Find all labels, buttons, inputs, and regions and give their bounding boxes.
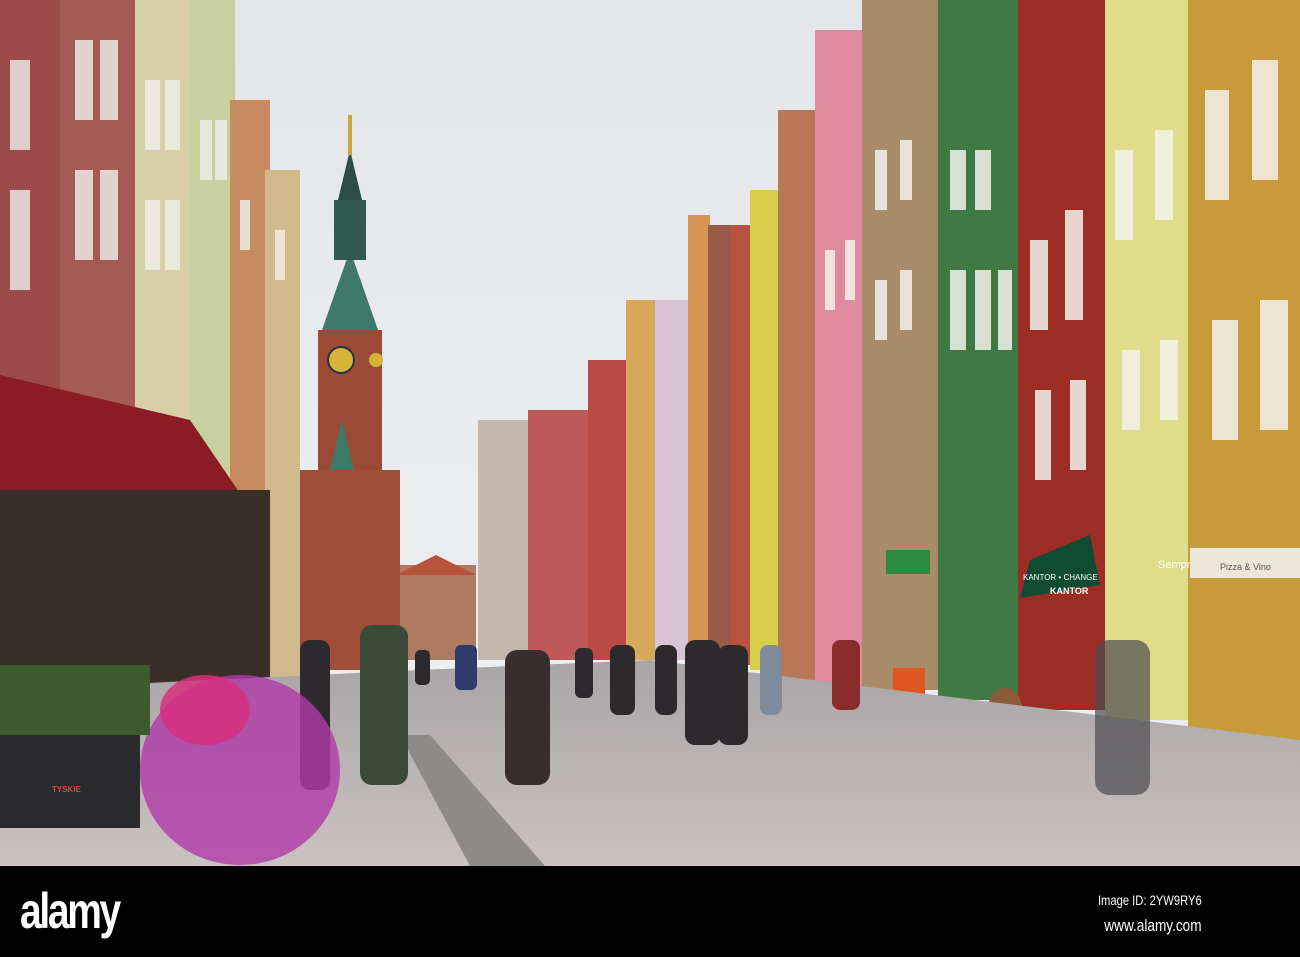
stock-photo: KANTOR • CHANGE KANTOR Sempre Pizza & Vi… [0,0,1300,957]
alamy-logo: alamy [20,883,121,939]
kantor-sign: KANTOR [1050,586,1089,596]
street-photo: KANTOR • CHANGE KANTOR Sempre Pizza & Vi… [0,0,1300,866]
watermark-bar: alamy Image ID: 2YW9RY6 www.alamy.com [0,866,1300,957]
tyskie-planter [0,730,140,828]
clock-icon [327,346,355,374]
tyskie-logo: TYSKIE [52,785,82,794]
alamy-url: www.alamy.com [1104,916,1202,935]
kantor-change-text: KANTOR • CHANGE [1023,573,1098,582]
left-facades [0,0,300,700]
pizza-vino-sign: Pizza & Vino [1220,562,1271,572]
green-shop-sign [886,550,930,574]
image-id: Image ID: 2YW9RY6 [1098,892,1202,908]
